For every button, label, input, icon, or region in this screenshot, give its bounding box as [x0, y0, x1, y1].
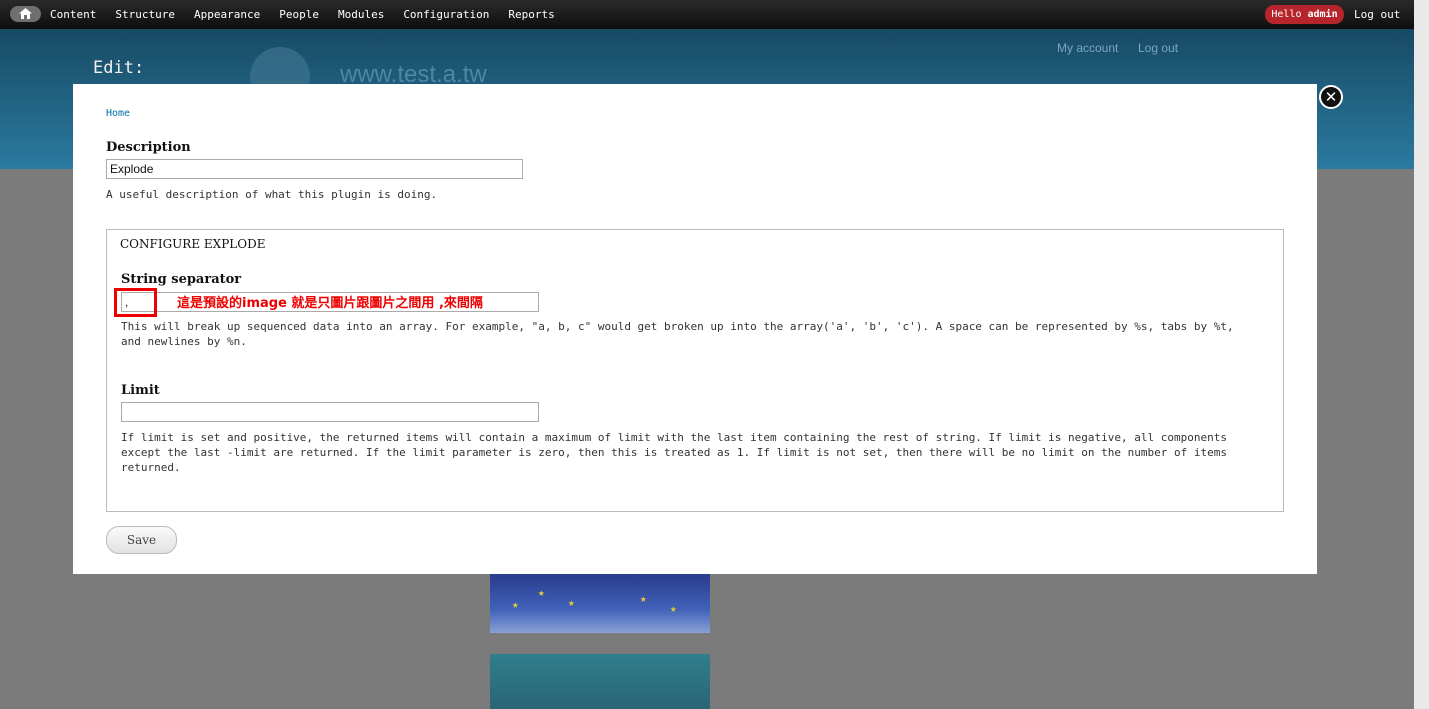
home-icon [19, 8, 32, 19]
star-icon: ★ [670, 602, 677, 615]
description-help: A useful description of what this plugin… [106, 188, 438, 201]
star-icon: ★ [640, 592, 647, 605]
toolbar-menu: Content Structure Appearance People Modu… [50, 8, 574, 21]
edit-plugin-dialog: Home Description A useful description of… [73, 84, 1317, 574]
star-icon: ★ [568, 596, 575, 609]
greeting-prefix: Hello [1271, 9, 1308, 20]
user-greeting[interactable]: Hello admin [1265, 5, 1344, 24]
fieldset-legend: CONFIGURE EXPLODE [120, 237, 266, 251]
greeting-username: admin [1307, 9, 1338, 20]
header-logout-link[interactable]: Log out [1138, 41, 1178, 55]
separator-label: String separator [121, 272, 242, 287]
limit-label: Limit [121, 383, 160, 398]
annotation-text: 這是預設的image 就是只圖片跟圖片之間用 ,來間隔 [177, 296, 483, 311]
star-icon: ★ [512, 598, 519, 611]
annotation-highlight-box [114, 288, 157, 317]
page-title: Edit: [93, 58, 145, 78]
toolbar-item-appearance[interactable]: Appearance [194, 8, 260, 21]
toolbar-item-content[interactable]: Content [50, 8, 96, 21]
star-icon: ★ [538, 586, 545, 599]
separator-help: This will break up sequenced data into a… [121, 320, 1234, 348]
background-thumbnail: ★ ★ ★ ★ ★ [490, 574, 710, 633]
limit-help: If limit is set and positive, the return… [121, 431, 1227, 474]
close-icon: ✕ [1324, 88, 1338, 106]
home-button[interactable] [10, 6, 41, 22]
breadcrumb-home[interactable]: Home [106, 108, 130, 119]
limit-input[interactable] [121, 402, 539, 422]
description-input[interactable] [106, 159, 523, 179]
my-account-link[interactable]: My account [1057, 41, 1118, 55]
admin-toolbar: Content Structure Appearance People Modu… [0, 0, 1414, 29]
description-label: Description [106, 140, 191, 155]
save-button[interactable]: Save [106, 526, 177, 554]
background-thumbnail [490, 654, 710, 709]
scrollbar-gutter [1414, 0, 1429, 709]
toolbar-item-configuration[interactable]: Configuration [403, 8, 489, 21]
toolbar-item-structure[interactable]: Structure [115, 8, 175, 21]
toolbar-item-modules[interactable]: Modules [338, 8, 384, 21]
close-dialog-button[interactable]: ✕ [1319, 85, 1343, 109]
toolbar-logout-link[interactable]: Log out [1354, 8, 1400, 21]
toolbar-item-people[interactable]: People [279, 8, 319, 21]
toolbar-item-reports[interactable]: Reports [508, 8, 554, 21]
